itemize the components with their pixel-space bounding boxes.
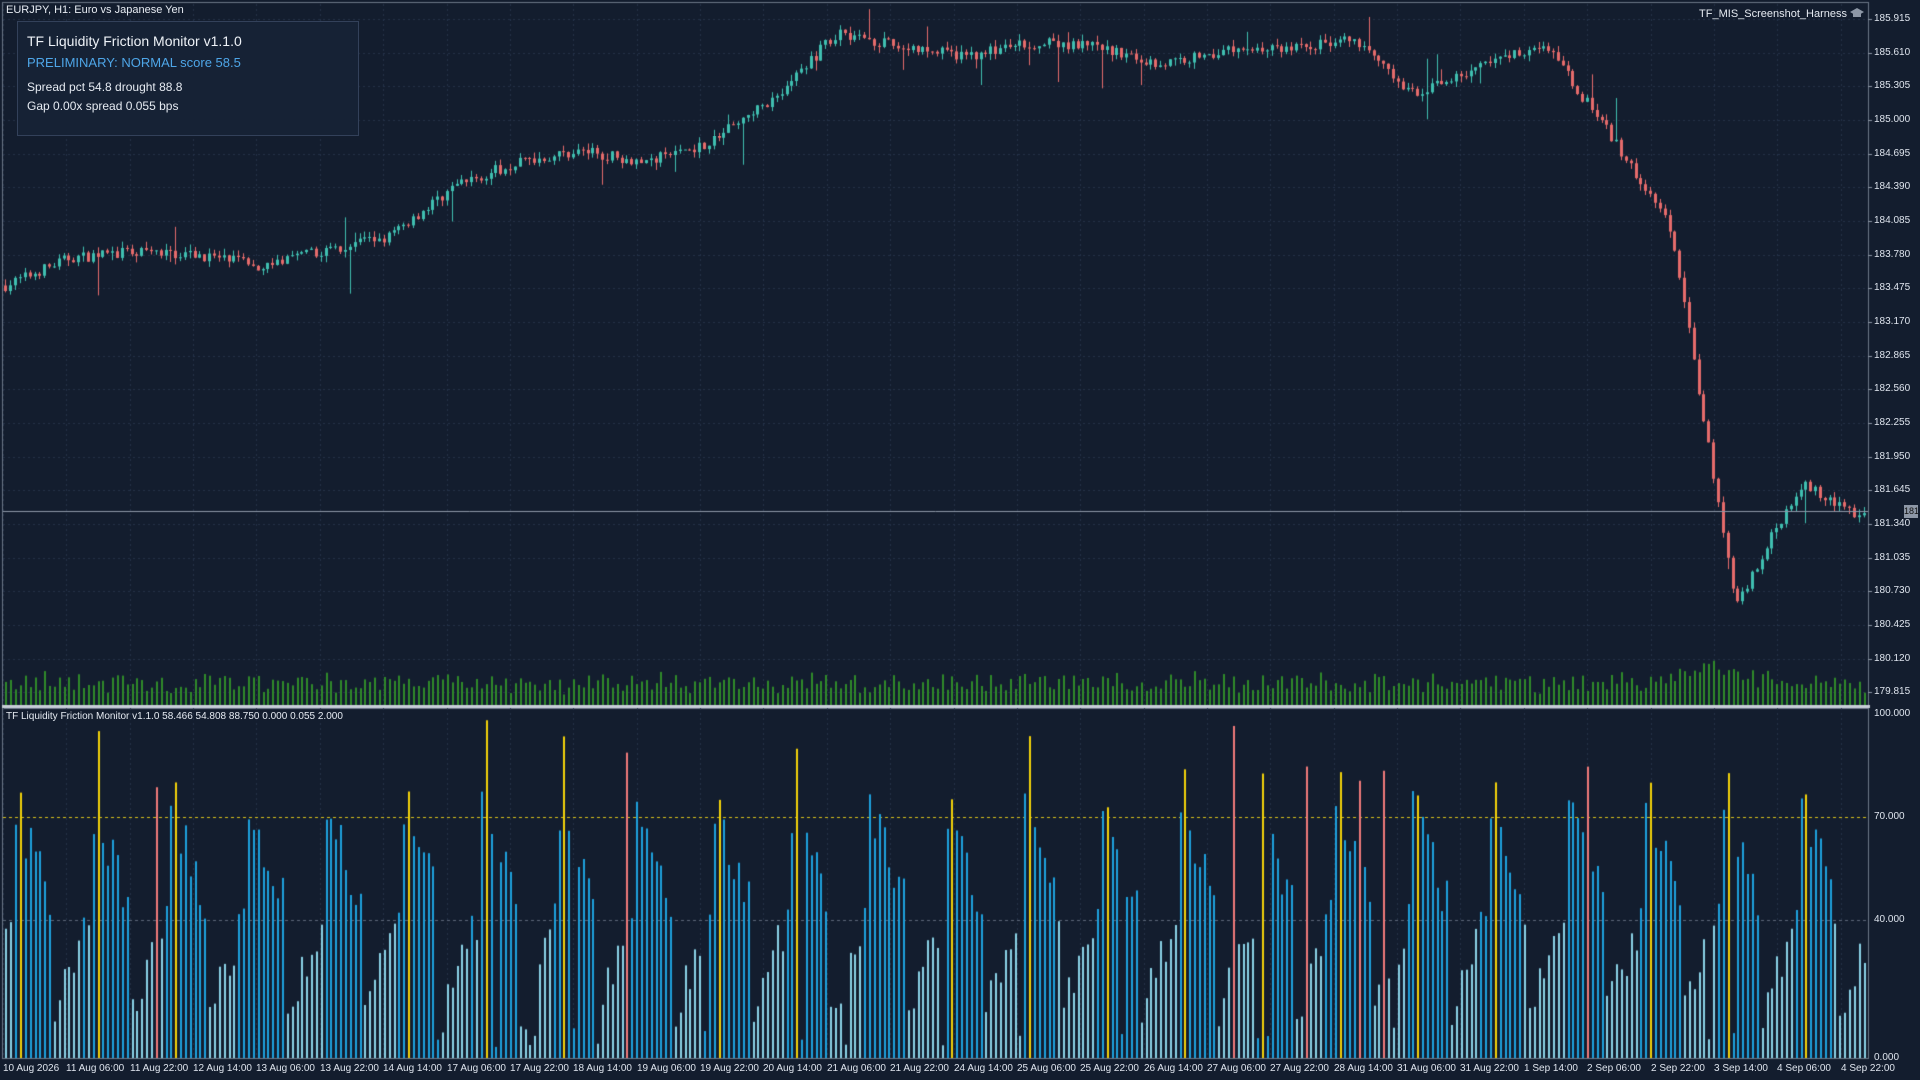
time-tick-label: 20 Aug 14:00 bbox=[763, 1063, 822, 1074]
price-tick-label: 182.865 bbox=[1874, 349, 1911, 361]
price-tick-label: 181.645 bbox=[1874, 484, 1911, 496]
time-tick-label: 11 Aug 06:00 bbox=[66, 1063, 125, 1074]
indicator-tick-label: 0.000 bbox=[1874, 1052, 1900, 1063]
price-tick-label: 184.695 bbox=[1874, 147, 1911, 159]
price-tick-label: 181.340 bbox=[1874, 517, 1911, 529]
price-chart-canvas[interactable] bbox=[0, 0, 1920, 1080]
time-tick-label: 25 Aug 06:00 bbox=[1017, 1063, 1076, 1074]
price-tick-label: 182.255 bbox=[1874, 416, 1911, 428]
time-tick-label: 28 Aug 14:00 bbox=[1334, 1063, 1393, 1074]
price-tick-label: 184.390 bbox=[1874, 181, 1911, 193]
price-tick-label: 183.475 bbox=[1874, 282, 1911, 294]
harness-label: TF_MIS_Screenshot_Harness bbox=[1699, 8, 1847, 20]
time-tick-label: 17 Aug 06:00 bbox=[447, 1063, 506, 1074]
monitor-spread-line: Spread pct 54.8 drought 88.8 bbox=[27, 80, 183, 94]
time-tick-label: 4 Sep 06:00 bbox=[1777, 1063, 1831, 1074]
time-tick-label: 17 Aug 22:00 bbox=[510, 1063, 569, 1074]
monitor-info-panel: TF Liquidity Friction Monitor v1.1.0 PRE… bbox=[17, 21, 359, 136]
time-tick-label: 13 Aug 06:00 bbox=[256, 1063, 315, 1074]
time-tick-label: 21 Aug 06:00 bbox=[827, 1063, 886, 1074]
indicator-tick-label: 40.000 bbox=[1874, 914, 1905, 926]
monitor-panel-title: TF Liquidity Friction Monitor v1.1.0 bbox=[27, 33, 242, 49]
time-tick-label: 21 Aug 22:00 bbox=[890, 1063, 949, 1074]
price-tick-label: 179.815 bbox=[1874, 686, 1911, 698]
price-tick-label: 180.730 bbox=[1874, 585, 1911, 597]
time-tick-label: 24 Aug 14:00 bbox=[954, 1063, 1013, 1074]
time-tick-label: 12 Aug 14:00 bbox=[193, 1063, 252, 1074]
graduation-cap-icon bbox=[1850, 8, 1864, 17]
indicator-subwindow-title: TF Liquidity Friction Monitor v1.1.0 58.… bbox=[6, 711, 343, 722]
price-tick-label: 185.915 bbox=[1874, 12, 1911, 24]
price-tick-label: 181.950 bbox=[1874, 450, 1911, 462]
time-tick-label: 2 Sep 22:00 bbox=[1651, 1063, 1705, 1074]
price-tick-label: 185.305 bbox=[1874, 80, 1911, 92]
time-tick-label: 2 Sep 06:00 bbox=[1587, 1063, 1641, 1074]
monitor-status-text: PRELIMINARY: NORMAL score 58.5 bbox=[27, 55, 241, 70]
time-tick-label: 26 Aug 14:00 bbox=[1144, 1063, 1203, 1074]
time-tick-label: 27 Aug 22:00 bbox=[1270, 1063, 1329, 1074]
current-price-tag: 181.4?? bbox=[1904, 504, 1918, 518]
time-tick-label: 27 Aug 06:00 bbox=[1207, 1063, 1266, 1074]
time-tick-label: 10 Aug 2026 bbox=[3, 1063, 60, 1074]
time-tick-label: 19 Aug 06:00 bbox=[637, 1063, 696, 1074]
time-tick-label: 18 Aug 14:00 bbox=[573, 1063, 632, 1074]
price-tick-label: 182.560 bbox=[1874, 383, 1911, 395]
time-tick-label: 4 Sep 22:00 bbox=[1841, 1063, 1895, 1074]
price-tick-label: 185.000 bbox=[1874, 113, 1911, 125]
indicator-tick-label: 70.000 bbox=[1874, 811, 1905, 823]
time-tick-label: 31 Aug 22:00 bbox=[1460, 1063, 1519, 1074]
time-tick-label: 1 Sep 14:00 bbox=[1524, 1063, 1578, 1074]
price-tick-label: 180.120 bbox=[1874, 652, 1911, 664]
price-tick-label: 185.610 bbox=[1874, 46, 1911, 58]
time-tick-label: 11 Aug 22:00 bbox=[130, 1063, 189, 1074]
price-tick-label: 183.780 bbox=[1874, 248, 1911, 260]
price-tick-label: 180.425 bbox=[1874, 618, 1911, 630]
time-tick-label: 13 Aug 22:00 bbox=[320, 1063, 379, 1074]
monitor-gap-line: Gap 0.00x spread 0.055 bps bbox=[27, 99, 179, 113]
price-tick-label: 183.170 bbox=[1874, 315, 1911, 327]
time-tick-label: 25 Aug 22:00 bbox=[1080, 1063, 1139, 1074]
time-tick-label: 31 Aug 06:00 bbox=[1397, 1063, 1456, 1074]
chart-symbol-title: EURJPY, H1: Euro vs Japanese Yen bbox=[6, 4, 184, 16]
indicator-tick-label: 100.000 bbox=[1874, 708, 1911, 719]
time-tick-label: 3 Sep 14:00 bbox=[1714, 1063, 1768, 1074]
price-tick-label: 181.035 bbox=[1874, 551, 1911, 563]
time-tick-label: 19 Aug 22:00 bbox=[700, 1063, 759, 1074]
time-tick-label: 14 Aug 14:00 bbox=[383, 1063, 442, 1074]
price-tick-label: 184.085 bbox=[1874, 214, 1911, 226]
